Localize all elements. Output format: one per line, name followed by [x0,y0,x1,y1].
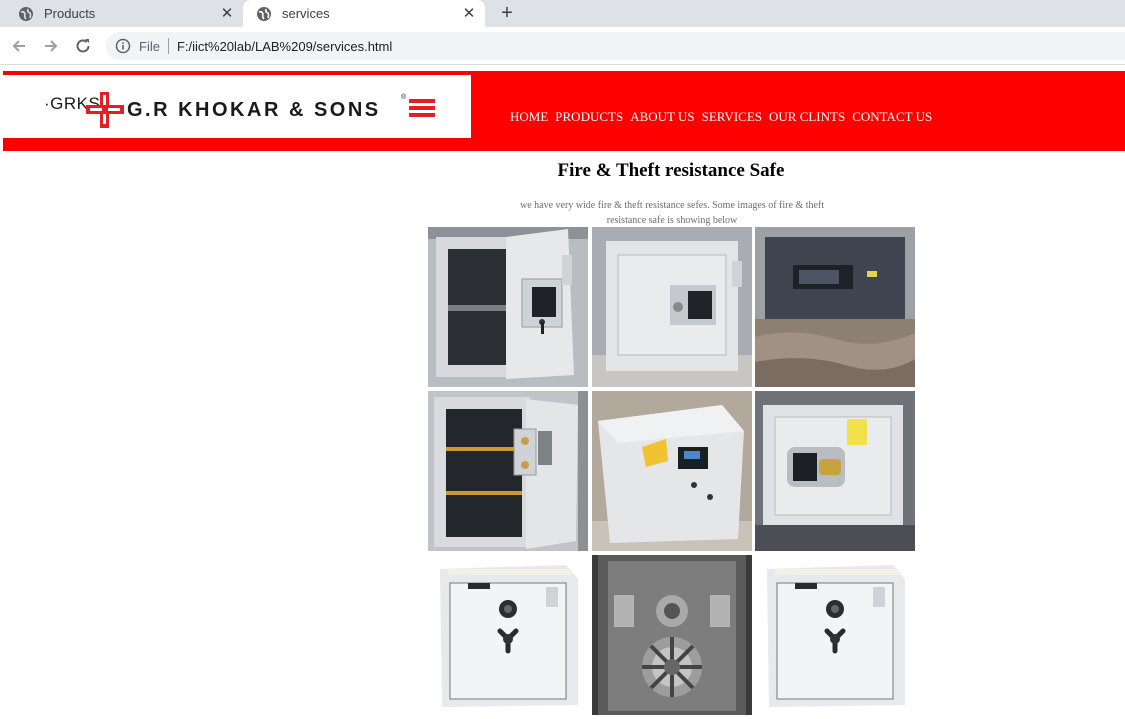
url-text[interactable]: F:/iict%20lab/LAB%209/services.html [177,39,392,54]
logo-name: G.R KHOKAR & SONS [127,99,381,121]
nav-contact-us[interactable]: CONTACT US [852,109,932,125]
close-icon[interactable]: ✕ [219,5,235,22]
safe-photo-8 [592,555,752,715]
nav-services[interactable]: SERVICES [702,109,762,125]
nav-our-clints[interactable]: OUR CLINTS [769,109,845,125]
safe-photo-2 [592,227,752,387]
tab-services[interactable]: services ✕ [243,0,485,27]
safe-photo-7 [428,555,588,715]
tab-title: services [282,6,330,21]
nav-home[interactable]: HOME [510,109,548,125]
nav-products[interactable]: PRODUCTS [555,109,623,125]
page-title: Fire & Theft resistance Safe [557,160,785,181]
main-nav: HOME PRODUCTS ABOUT US SERVICES OUR CLIN… [510,109,932,125]
registered-mark: ® [401,94,407,101]
tab-products[interactable]: Products ✕ [0,0,243,27]
scheme-label: File [139,38,160,54]
globe-icon [18,6,34,22]
site-header: ·GRKS G.R KHOKAR & SONS ® HOME PRODUCTS … [3,71,1125,151]
reload-icon[interactable] [72,35,94,57]
safe-photo-5 [592,391,752,551]
logo-stripes-icon [409,99,435,117]
divider [167,38,169,54]
nav-about-us[interactable]: ABOUT US [630,109,694,125]
back-icon[interactable] [8,35,30,57]
browser-toolbar: File F:/iict%20lab/LAB%209/services.html [0,27,1125,65]
safe-photo-6 [755,391,915,551]
info-icon[interactable] [115,38,131,54]
close-icon[interactable]: ✕ [461,5,477,22]
safe-photo-9 [755,555,915,715]
logo[interactable]: ·GRKS G.R KHOKAR & SONS ® [3,75,471,138]
logo-cross-icon [86,92,124,128]
tab-title: Products [44,6,96,21]
intro-text: we have very wide fire & theft resistanc… [519,200,825,226]
tab-strip: Products ✕ services ✕ + [0,0,1125,27]
safe-photo-4 [428,391,588,551]
safe-photo-3 [755,227,915,387]
forward-icon[interactable] [40,35,62,57]
safe-photo-1 [428,227,588,387]
new-tab-button[interactable]: + [496,2,518,24]
address-bar[interactable]: File F:/iict%20lab/LAB%209/services.html [106,32,1125,60]
globe-icon [256,6,272,22]
